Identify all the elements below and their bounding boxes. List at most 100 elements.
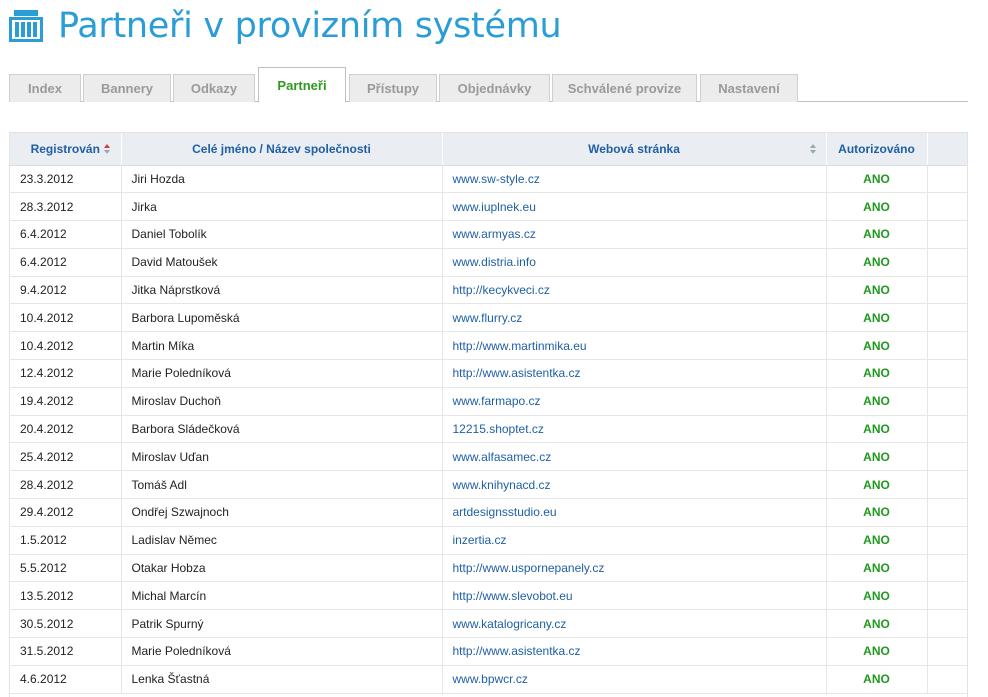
website-link[interactable]: http://kecykveci.cz [453, 283, 550, 297]
authorized-status: ANO [826, 665, 928, 694]
table-row: 6.4.2012 David Matoušek www.distria.info AN… [10, 248, 967, 277]
partner-name: Barbora Sládečková [121, 415, 443, 444]
partner-logo-icon [9, 10, 43, 42]
row-extra-cell [927, 359, 967, 388]
website-link[interactable]: www.armyas.cz [453, 227, 536, 241]
authorized-status: ANO [826, 498, 928, 527]
page-header: Partneři v provizním systému [8, 6, 562, 46]
tab-objednavky[interactable]: Objednávky [439, 74, 550, 102]
table-row: 10.4.2012 Martin Míka http://www.martinmik… [10, 331, 967, 361]
tab-schvalene-provize[interactable]: Schválené provize [552, 74, 697, 102]
tab-nastaveni[interactable]: Nastavení [700, 74, 798, 102]
authorized-status: ANO [826, 470, 928, 500]
row-extra-cell [927, 470, 967, 500]
row-extra-cell [927, 331, 967, 361]
table-row: 4.6.2012 Lenka Šťastná www.bpwcr.cz ANO [10, 665, 967, 694]
table-row: 5.5.2012 Otakar Hobza http://www.uspornepa… [10, 554, 967, 583]
registered-date: 20.4.2012 [10, 415, 122, 444]
website-link[interactable]: www.sw-style.cz [453, 172, 540, 186]
website-cell: artdesignsstudio.eu [442, 498, 827, 527]
website-link[interactable]: artdesignsstudio.eu [453, 505, 557, 519]
partner-name: Daniel Tobolík [121, 220, 443, 249]
row-extra-cell [927, 442, 967, 472]
registered-date: 9.4.2012 [10, 276, 122, 305]
row-extra-cell [927, 609, 967, 639]
column-actions [927, 133, 967, 166]
website-cell: www.alfasamec.cz [442, 442, 827, 472]
partner-name: Lenka Šťastná [121, 665, 443, 694]
website-cell: http://www.uspornepanely.cz [442, 554, 827, 583]
row-extra-cell [927, 415, 967, 444]
website-link[interactable]: http://www.asistentka.cz [453, 366, 581, 380]
website-cell: inzertia.cz [442, 526, 827, 555]
registered-date: 23.3.2012 [10, 165, 122, 194]
page-title: Partneři v provizním systému [58, 6, 562, 46]
row-extra-cell [927, 637, 967, 666]
column-website[interactable]: Webová stránka [442, 133, 827, 166]
website-link[interactable]: 12215.shoptet.cz [453, 422, 544, 436]
registered-date: 5.5.2012 [10, 554, 122, 583]
website-link[interactable]: www.farmapo.cz [453, 394, 541, 408]
website-cell: 12215.shoptet.cz [442, 415, 827, 444]
registered-date: 1.5.2012 [10, 526, 122, 555]
sort-desc-icon [104, 144, 111, 154]
authorized-status: ANO [826, 359, 928, 388]
tab-index[interactable]: Index [9, 74, 81, 102]
partner-name: Jitka Náprstková [121, 276, 443, 305]
authorized-status: ANO [826, 276, 928, 305]
row-extra-cell [927, 581, 967, 611]
partner-name: Michal Marcín [121, 581, 443, 611]
website-cell: www.farmapo.cz [442, 387, 827, 416]
authorized-status: ANO [826, 303, 928, 333]
authorized-status: ANO [826, 331, 928, 361]
website-link[interactable]: www.distria.info [453, 255, 536, 269]
website-link[interactable]: http://www.martinmika.eu [453, 339, 587, 353]
partner-name: Miroslav Duchoň [121, 387, 443, 416]
authorized-status: ANO [826, 526, 928, 555]
authorized-status: ANO [826, 609, 928, 639]
website-link[interactable]: www.knihynacd.cz [453, 478, 551, 492]
registered-date: 6.4.2012 [10, 220, 122, 249]
column-registered[interactable]: Registrován [10, 133, 122, 166]
website-link[interactable]: inzertia.cz [453, 533, 507, 547]
website-link[interactable]: www.iuplnek.eu [453, 200, 536, 214]
partner-name: Tomáš Adl [121, 470, 443, 500]
table-row: 12.4.2012 Marie Poledníková http://www.asi… [10, 359, 967, 388]
partner-name: Marie Poledníková [121, 637, 443, 666]
partner-name: Miroslav Uďan [121, 442, 443, 472]
website-link[interactable]: www.alfasamec.cz [453, 450, 552, 464]
authorized-status: ANO [826, 415, 928, 444]
table-row: 25.4.2012 Miroslav Uďan www.alfasamec.cz AN… [10, 442, 967, 472]
table-row: 23.3.2012 Jiri Hozda www.sw-style.cz ANO [10, 165, 967, 194]
table-row: 30.5.2012 Patrik Spurný www.katalogricany.… [10, 609, 967, 639]
tab-odkazy[interactable]: Odkazy [173, 74, 255, 102]
registered-date: 4.6.2012 [10, 665, 122, 694]
row-extra-cell [927, 498, 967, 527]
table-row: 1.5.2012 Ladislav Němec inzertia.cz ANO [10, 526, 967, 555]
partners-table: Registrován Celé jméno / Název společnos… [9, 132, 968, 697]
tab-partneri[interactable]: Partneři [258, 67, 346, 103]
website-link[interactable]: http://www.uspornepanely.cz [453, 561, 605, 575]
tab-pristupy[interactable]: Přístupy [349, 74, 437, 102]
website-link[interactable]: http://www.slevobot.eu [453, 589, 573, 603]
website-link[interactable]: www.bpwcr.cz [453, 672, 528, 686]
tab-bannery[interactable]: Bannery [83, 74, 171, 102]
table-row: 13.5.2012 Michal Marcín http://www.slevobo… [10, 581, 967, 611]
website-cell: www.distria.info [442, 248, 827, 277]
website-cell: www.katalogricany.cz [442, 609, 827, 639]
partner-name: Martin Míka [121, 331, 443, 361]
column-website-label: Webová stránka [588, 141, 680, 156]
website-link[interactable]: http://www.asistentka.cz [453, 644, 581, 658]
website-cell: www.bpwcr.cz [442, 665, 827, 694]
website-link[interactable]: www.katalogricany.cz [453, 617, 567, 631]
registered-date: 30.5.2012 [10, 609, 122, 639]
row-extra-cell [927, 526, 967, 555]
website-cell: http://www.asistentka.cz [442, 637, 827, 666]
table-row: 28.3.2012 Jirka www.iuplnek.eu ANO [10, 192, 967, 222]
registered-date: 13.5.2012 [10, 581, 122, 611]
table-row: 10.4.2012 Barbora Lupoměská www.flurry.cz A… [10, 303, 967, 333]
website-cell: www.flurry.cz [442, 303, 827, 333]
row-extra-cell [927, 303, 967, 333]
website-link[interactable]: www.flurry.cz [453, 311, 523, 325]
website-cell: http://www.martinmika.eu [442, 331, 827, 361]
